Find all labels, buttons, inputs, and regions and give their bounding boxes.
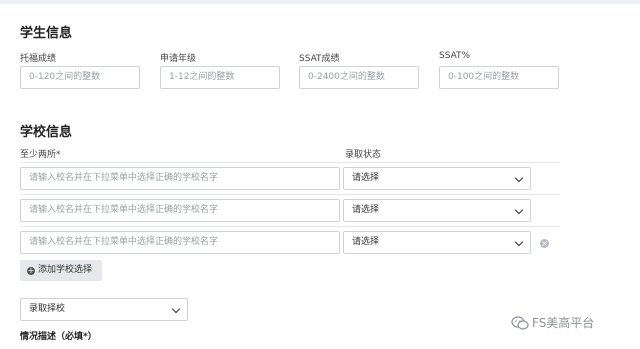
watermark: FS美高平台 (511, 314, 594, 331)
add-school-button[interactable]: + 添加学校选择 (20, 260, 102, 281)
chevron-down-icon (514, 173, 524, 183)
school-column-label: 至少两所* (20, 150, 61, 160)
school-name-input[interactable]: 请输入校名并在下拉菜单中选择正确的学校名字 (20, 231, 340, 254)
plus-circle-icon: + (27, 266, 35, 275)
final-choice-value: 录取择校 (29, 304, 66, 314)
status-select-value: 请选择 (352, 173, 380, 183)
status-select-value: 请选择 (352, 237, 380, 247)
status-select[interactable]: 请选择 (343, 167, 531, 190)
remove-row-icon[interactable]: × (540, 239, 549, 248)
school-name-input[interactable]: 请输入校名并在下拉菜单中选择正确的学校名字 (20, 167, 340, 190)
ssat-score-input[interactable]: 0-2400之间的整数 (299, 66, 419, 89)
student-info-title: 学生信息 (20, 26, 73, 41)
grade-input[interactable]: 1-12之间的整数 (160, 66, 280, 89)
divider (20, 162, 560, 163)
school-name-input[interactable]: 请输入校名并在下拉菜单中选择正确的学校名字 (20, 199, 340, 222)
chevron-down-icon (171, 304, 181, 314)
status-column-label: 录取状态 (345, 150, 382, 160)
wechat-icon (511, 316, 529, 330)
ssat-percent-input[interactable]: 0-100之间的整数 (439, 66, 559, 89)
description-label: 情况描述（必填*） (20, 332, 97, 342)
divider (20, 194, 560, 195)
school-info-title: 学校信息 (20, 125, 73, 140)
chevron-down-icon (514, 237, 524, 247)
toefl-label: 托福成绩 (20, 54, 57, 64)
toefl-input[interactable]: 0-120之间的整数 (20, 66, 140, 89)
top-bar (0, 0, 640, 4)
status-select-value: 请选择 (352, 205, 380, 215)
watermark-text: FS美高平台 (532, 316, 595, 330)
final-choice-select[interactable]: 录取择校 (20, 298, 188, 321)
status-select[interactable]: 请选择 (343, 199, 531, 222)
add-school-button-label: 添加学校选择 (38, 265, 93, 275)
ssat-score-label: SSAT成绩 (299, 54, 340, 64)
grade-label: 申请年级 (160, 54, 197, 64)
status-select[interactable]: 请选择 (343, 231, 531, 254)
ssat-percent-label: SSAT% (439, 51, 471, 61)
divider (20, 226, 560, 227)
chevron-down-icon (514, 205, 524, 215)
